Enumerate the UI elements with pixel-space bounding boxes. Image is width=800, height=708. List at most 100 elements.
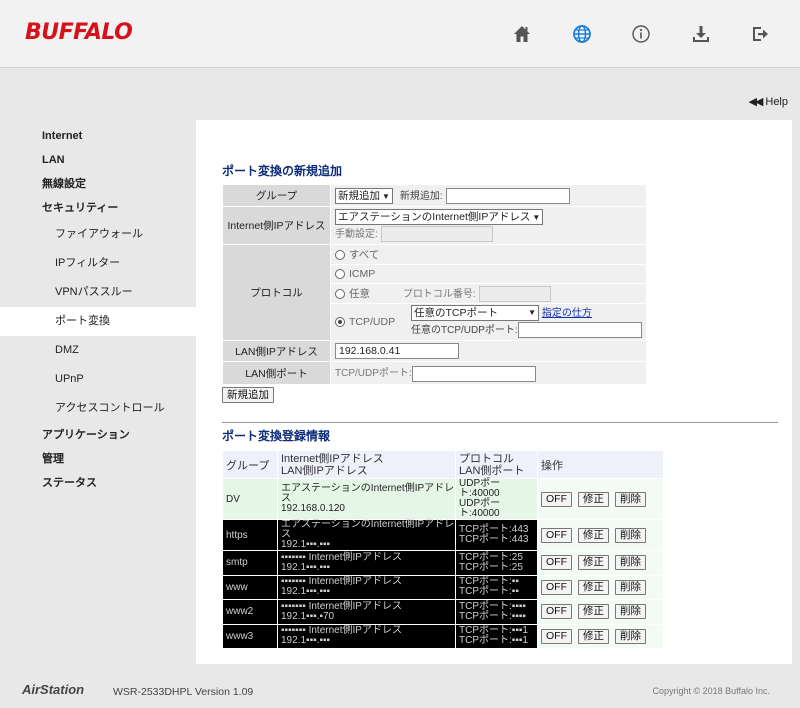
group-new-label: 新規追加: bbox=[399, 191, 443, 202]
delete-button[interactable]: 削除 bbox=[615, 555, 646, 571]
download-icon[interactable] bbox=[687, 20, 715, 48]
any-port-input[interactable] bbox=[517, 322, 642, 339]
off-button[interactable]: OFF bbox=[541, 491, 572, 507]
help-link[interactable]: ◀◀ Help bbox=[748, 95, 788, 108]
top-header: BUFFALO bbox=[0, 0, 800, 68]
sidebar-item-lan[interactable]: LAN bbox=[0, 148, 196, 172]
howto-link[interactable]: 指定の仕方 bbox=[542, 308, 592, 319]
row-group: www3 bbox=[222, 623, 278, 649]
delete-button[interactable]: 削除 bbox=[615, 604, 646, 620]
lan-ip-input[interactable]: 192.168.0.41 bbox=[335, 343, 459, 360]
add-section-title: ポート変換の新規追加 bbox=[222, 164, 343, 178]
row-address: ▪▪▪▪▪▪▪ Internet側IPアドレス 192.1▪▪▪.▪70 bbox=[277, 599, 456, 625]
add-new-button[interactable]: 新規追加 bbox=[222, 387, 274, 403]
edit-button[interactable]: 修正 bbox=[578, 527, 609, 543]
table-row: www ▪▪▪▪▪▪▪ Internet側IPアドレス 192.1▪▪▪.▪▪▪ … bbox=[222, 574, 664, 600]
row-address: エアステーションのInternet側IPアドレス 192.168.0.120 bbox=[277, 478, 456, 520]
sidebar-item-vpn-passthrough[interactable]: VPNパススルー bbox=[0, 278, 196, 307]
group-select[interactable]: 新規追加 ▼ bbox=[335, 188, 393, 205]
airstation-brand: AirStation bbox=[22, 682, 85, 697]
globe-icon[interactable] bbox=[568, 20, 596, 48]
delete-button[interactable]: 削除 bbox=[615, 491, 646, 507]
sidebar-item-access-control[interactable]: アクセスコントロール bbox=[0, 394, 196, 423]
edit-button[interactable]: 修正 bbox=[578, 491, 609, 507]
logout-icon[interactable] bbox=[746, 20, 774, 48]
row-address: ▪▪▪▪▪▪▪ Internet側IPアドレス 192.1▪▪▪.▪▪▪ bbox=[277, 574, 456, 600]
buffalo-logo[interactable]: BUFFALO bbox=[25, 20, 133, 45]
row-ops: OFF 修正 削除 bbox=[537, 599, 664, 625]
row-group: https bbox=[222, 519, 278, 551]
row-ops: OFF 修正 削除 bbox=[537, 574, 664, 600]
sidebar-item-internet[interactable]: Internet bbox=[0, 124, 196, 148]
off-button[interactable]: OFF bbox=[541, 555, 572, 571]
sidebar-item-dmz[interactable]: DMZ bbox=[0, 336, 196, 365]
chevron-down-icon: ▼ bbox=[532, 213, 541, 223]
row-ops: OFF 修正 削除 bbox=[537, 519, 664, 551]
radio-tcpudp[interactable] bbox=[335, 316, 345, 327]
protocol-label: プロトコル bbox=[222, 244, 331, 342]
any-port-label: 任意のTCP/UDPポート: bbox=[411, 324, 518, 336]
col-protocol: プロトコル LAN側ポート bbox=[455, 450, 538, 479]
list-section-title: ポート変換登録情報 bbox=[222, 429, 331, 443]
row-protocol: TCPポート:▪▪▪1 TCPポート:▪▪▪1 bbox=[455, 623, 538, 649]
lan-port-prefix: TCP/UDPポート: bbox=[335, 368, 412, 380]
sidebar-item-application[interactable]: アプリケーション bbox=[0, 423, 196, 447]
chevron-down-icon: ▼ bbox=[528, 308, 536, 318]
sidebar-item-wireless[interactable]: 無線設定 bbox=[0, 172, 196, 196]
off-button[interactable]: OFF bbox=[541, 527, 572, 543]
proto-number-input[interactable] bbox=[478, 286, 551, 303]
help-label: Help bbox=[765, 96, 788, 108]
radio-all[interactable] bbox=[335, 250, 345, 261]
group-label: グループ bbox=[222, 183, 331, 208]
proto-all-label: すべて bbox=[349, 248, 380, 261]
row-ops: OFF 修正 削除 bbox=[537, 478, 664, 520]
proto-any-label: 任意 bbox=[349, 287, 370, 300]
sidebar-item-security[interactable]: セキュリティー bbox=[0, 196, 196, 220]
off-button[interactable]: OFF bbox=[541, 579, 572, 595]
tcp-port-select[interactable]: 任意のTCPポート ▼ bbox=[411, 305, 539, 322]
sidebar-item-upnp[interactable]: UPnP bbox=[0, 365, 196, 394]
radio-any[interactable] bbox=[335, 289, 345, 300]
row-group: DV bbox=[222, 478, 278, 520]
home-icon[interactable] bbox=[508, 20, 536, 48]
off-button[interactable]: OFF bbox=[541, 628, 572, 644]
manual-label: 手動設定: bbox=[335, 229, 378, 241]
proto-number-label: プロトコル番号: bbox=[402, 288, 476, 300]
row-protocol: TCPポート:443 TCPポート:443 bbox=[455, 519, 538, 551]
table-row: www2 ▪▪▪▪▪▪▪ Internet側IPアドレス 192.1▪▪▪.▪70… bbox=[222, 599, 664, 625]
row-ops: OFF 修正 削除 bbox=[537, 623, 664, 649]
row-address: ▪▪▪▪▪▪▪ Internet側IPアドレス 192.1▪▪▪.▪▪▪ bbox=[277, 623, 456, 649]
col-group: グループ bbox=[222, 450, 278, 479]
internet-ip-select[interactable]: エアステーションのInternet側IPアドレス ▼ bbox=[335, 209, 544, 226]
lan-port-input[interactable] bbox=[411, 365, 536, 382]
sidebar-item-ipfilter[interactable]: IPフィルター bbox=[0, 249, 196, 278]
sidebar-item-admin[interactable]: 管理 bbox=[0, 447, 196, 471]
col-ops: 操作 bbox=[537, 450, 664, 479]
sidebar-item-firewall[interactable]: ファイアウォール bbox=[0, 220, 196, 249]
row-protocol: TCPポート:▪▪▪▪ TCPポート:▪▪▪▪ bbox=[455, 599, 538, 625]
section-divider bbox=[222, 422, 778, 423]
edit-button[interactable]: 修正 bbox=[578, 604, 609, 620]
manual-ip-input[interactable] bbox=[380, 226, 493, 243]
group-new-input[interactable] bbox=[445, 188, 570, 205]
internet-ip-label: Internet側IPアドレス bbox=[222, 206, 331, 246]
off-button[interactable]: OFF bbox=[541, 604, 572, 620]
delete-button[interactable]: 削除 bbox=[615, 527, 646, 543]
lan-port-label: LAN側ポート bbox=[222, 361, 331, 385]
table-row: www3 ▪▪▪▪▪▪▪ Internet側IPアドレス 192.1▪▪▪.▪▪▪… bbox=[222, 623, 664, 649]
double-left-arrow-icon: ◀◀ bbox=[748, 96, 763, 108]
table-row: https エアステーションのInternet側IPアドレス 192.1▪▪▪.▪… bbox=[222, 519, 664, 551]
delete-button[interactable]: 削除 bbox=[615, 628, 646, 644]
edit-button[interactable]: 修正 bbox=[578, 579, 609, 595]
copyright: Copyright © 2018 Buffalo Inc. bbox=[652, 686, 770, 696]
sidebar-item-port-forwarding[interactable]: ポート変換 bbox=[0, 307, 196, 336]
delete-button[interactable]: 削除 bbox=[615, 579, 646, 595]
table-row: DV エアステーションのInternet側IPアドレス 192.168.0.120… bbox=[222, 478, 664, 520]
radio-icmp[interactable] bbox=[335, 269, 345, 280]
edit-button[interactable]: 修正 bbox=[578, 628, 609, 644]
sidebar-item-status[interactable]: ステータス bbox=[0, 471, 196, 495]
row-address: ▪▪▪▪▪▪▪ Internet側IPアドレス 192.1▪▪▪.▪▪▪ bbox=[277, 550, 456, 576]
edit-button[interactable]: 修正 bbox=[578, 555, 609, 571]
row-group: smtp bbox=[222, 550, 278, 576]
info-icon[interactable] bbox=[627, 20, 655, 48]
